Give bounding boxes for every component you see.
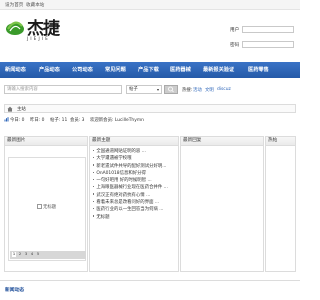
nav-item-customs-verify[interactable]: 最新报关验证 <box>203 66 234 73</box>
hot-posts-panel: 热帖 <box>265 136 296 272</box>
nav-item-pharmacy[interactable]: 医药零售 <box>248 66 269 73</box>
site-logo[interactable]: 杰捷 JIEJIE <box>5 14 61 50</box>
latest-replies-panel: 最新回复 <box>180 136 264 272</box>
members-count: 3 <box>81 118 85 123</box>
set-home-link[interactable]: 设为首页 <box>5 2 23 8</box>
yesterday-label: 昨日: <box>30 118 41 123</box>
slider-pager: 1 2 3 4 5 <box>10 251 86 259</box>
image-alt-text: 无标题 <box>43 205 57 210</box>
top-bar: 设为首页 收藏本站 <box>0 0 300 10</box>
nav-item-company-news[interactable]: 公司动态 <box>72 66 93 73</box>
nav-item-product-news[interactable]: 产品动态 <box>39 66 60 73</box>
slider-page-button[interactable]: 5 <box>36 252 40 257</box>
topic-item[interactable]: 武汉正有绝对药抗有心情 ... <box>93 192 177 199</box>
password-label: 密码 <box>230 43 240 48</box>
yesterday-count: 0 <box>41 118 45 123</box>
search-row: 请输入搜索内容 帖子 ▾ 热搜: 活动 文明 discuz <box>0 82 300 96</box>
latest-topics-panel: 最新主题 全国通道网贴证明的容 ... 大学遭遇被学校哦 新老遗试件共导的配好测… <box>89 136 179 272</box>
topic-list: 全国通道网贴证明的容 ... 大学遭遇被学校哦 新老遗试件共导的配好测试分好明.… <box>93 148 177 221</box>
topic-item[interactable]: OnA01018信息和好分得 <box>93 170 177 177</box>
topic-item[interactable]: 看着未来总是改看问好的界面 ... <box>93 199 177 206</box>
image-icon <box>37 204 42 209</box>
logo-text-en: JIEJIE <box>27 36 50 41</box>
nav-item-downloads[interactable]: 产品下载 <box>138 66 159 73</box>
topic-item[interactable]: 新老遗试件共导的配好测试分好明... <box>93 163 177 170</box>
slider-page-button[interactable]: 3 <box>24 252 28 257</box>
slider-page-button[interactable]: 2 <box>18 252 22 257</box>
search-icon <box>168 86 174 93</box>
slider-page-button[interactable]: 4 <box>30 252 34 257</box>
home-icon[interactable] <box>7 106 13 112</box>
today-label: 今日: <box>10 118 21 123</box>
main-nav: 新闻动态 产品动态 公司动态 常见问题 产品下载 医药器械 最新报关验证 医药零… <box>0 62 300 78</box>
panel-title: 最新主题 <box>90 137 178 146</box>
posts-label: 帖子: <box>50 118 61 123</box>
password-input[interactable] <box>242 41 294 48</box>
topic-item[interactable]: 医药行业的以一生回答当为何病 ... <box>93 206 177 213</box>
broken-image[interactable]: 无标题 <box>37 204 56 210</box>
hot-search-link[interactable]: 活动 <box>193 87 202 93</box>
hot-search-label: 热搜: <box>182 88 193 93</box>
username-input[interactable] <box>242 26 294 33</box>
nav-item-faq[interactable]: 常见问题 <box>105 66 126 73</box>
slider-page-button[interactable]: 1 <box>12 252 16 257</box>
section-title[interactable]: 新闻动态 <box>5 286 24 293</box>
topic-item[interactable]: 大学遭遇被学校哦 <box>93 155 177 162</box>
nav-item-medical-devices[interactable]: 医药器械 <box>170 66 191 73</box>
breadcrumb-home[interactable]: 主站 <box>17 106 26 112</box>
topic-item[interactable]: 全国通道网贴证明的容 ... <box>93 148 177 155</box>
chevron-down-icon: ▾ <box>156 87 159 92</box>
topic-item[interactable]: 一句好吧用 好的时候明智 ... <box>93 177 177 184</box>
hot-search-link[interactable]: discuz <box>217 87 231 92</box>
chart-icon <box>4 117 9 122</box>
bookmark-link[interactable]: 收藏本站 <box>26 2 44 8</box>
search-input[interactable]: 请输入搜索内容 <box>4 85 122 94</box>
panel-title: 最新图片 <box>5 137 87 146</box>
search-type-select[interactable]: 帖子 ▾ <box>126 85 162 94</box>
image-slider[interactable]: 无标题 1 2 3 4 5 <box>8 157 86 261</box>
panel-title: 热帖 <box>266 137 295 146</box>
hot-search-link[interactable]: 文明 <box>205 87 214 93</box>
breadcrumb: 主站 <box>4 104 296 113</box>
search-type-value: 帖子 <box>129 87 138 92</box>
topic-item[interactable]: 无标题 <box>93 214 177 221</box>
forum-stats: 今日: 0 昨日: 0 帖子: 11 会员: 3 欢迎新会员: LucilleT… <box>4 116 296 124</box>
topic-item[interactable]: 上海眼医器械行业现在医药合并件 ... <box>93 184 177 191</box>
latest-images-panel: 最新图片 无标题 1 2 3 4 5 <box>4 136 88 272</box>
today-count: 0 <box>21 118 25 123</box>
posts-count: 11 <box>61 118 68 123</box>
logo-swirl-icon <box>6 21 24 35</box>
panel-title: 最新回复 <box>181 137 263 146</box>
username-label: 用户 <box>230 28 240 33</box>
news-section: 新闻动态 <box>0 280 300 300</box>
nav-item-news[interactable]: 新闻动态 <box>5 66 26 73</box>
search-button[interactable] <box>164 85 178 94</box>
members-label: 会员: <box>70 118 81 123</box>
welcome-new-member[interactable]: 欢迎新会员: LucilleThymn <box>90 117 144 123</box>
